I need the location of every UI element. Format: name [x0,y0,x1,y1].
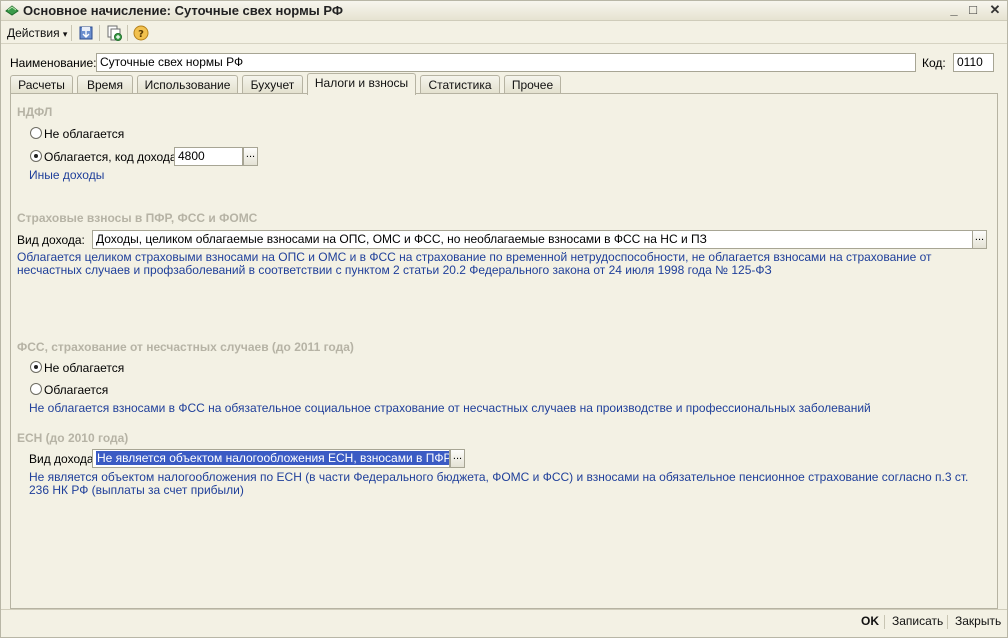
tab-time[interactable]: Время [77,75,133,94]
footer-separator [947,615,948,629]
fss-not-taxed-radio[interactable] [30,361,42,373]
close-button[interactable]: Закрыть [955,614,1001,628]
tab-statistics[interactable]: Статистика [420,75,500,94]
tab-usage[interactable]: Использование [137,75,238,94]
name-label: Наименование: [10,56,97,70]
fss-description: Не облагается взносами в ФСС на обязател… [29,401,871,415]
esn-income-type-input[interactable]: Не является объектом налогообложения ЕСН… [92,449,450,468]
esn-section-title: ЕСН (до 2010 года) [17,431,129,445]
ndfl-section-title: НДФЛ [17,105,53,119]
maximize-icon[interactable]: □ [964,2,982,19]
ndfl-not-taxed-radio[interactable] [30,127,42,139]
other-income-link[interactable]: Иные доходы [29,168,104,182]
footer-separator [884,615,885,629]
tab-other[interactable]: Прочее [504,75,561,94]
esn-type-picker-button[interactable]: ... [450,449,465,468]
income-code-input[interactable]: 4800 [174,147,243,166]
code-label: Код: [922,56,946,70]
insurance-description: Облагается целиком страховыми взносами н… [17,250,932,277]
tab-calculations[interactable]: Расчеты [10,75,73,94]
fss-not-taxed-label: Не облагается [44,361,125,375]
toolbar-divider [99,25,100,41]
insurance-type-label: Вид дохода: [17,233,85,247]
save-icon[interactable] [77,24,95,42]
svg-text:?: ? [138,29,144,40]
actions-label: Действия [7,26,60,40]
actions-menu-button[interactable]: Действия ▾ [4,24,70,42]
ndfl-taxed-radio[interactable] [30,150,42,162]
save-button[interactable]: Записать [892,614,943,628]
toolbar-divider [127,25,128,41]
esn-description: Не является объектом налогообложения по … [29,470,969,497]
chevron-down-icon: ▾ [62,29,68,39]
minimize-icon[interactable]: _ [945,2,963,19]
ok-button[interactable]: OK [861,614,879,628]
help-icon[interactable]: ? [132,24,150,42]
insurance-type-picker-button[interactable]: ... [972,230,987,249]
code-input[interactable]: 0110 [953,53,994,72]
insurance-section-title: Страховые взносы в ПФР, ФСС и ФОМС [17,211,258,225]
app-logo-icon [5,5,19,16]
tab-taxes[interactable]: Налоги и взносы [307,73,416,95]
footer-divider [1,609,1007,610]
window-title: Основное начисление: Суточные свех нормы… [23,3,343,18]
title-bar[interactable]: Основное начисление: Суточные свех нормы… [1,1,1007,21]
close-icon[interactable]: ✕ [986,2,1004,19]
income-code-picker-button[interactable]: ... [243,147,258,166]
copy-icon[interactable] [105,24,123,42]
ndfl-not-taxed-label: Не облагается [44,127,125,141]
toolbar: Действия ▾ ? [1,22,1007,44]
ndfl-taxed-label: Облагается, код дохода: [44,150,180,164]
toolbar-divider [71,25,72,41]
fss-section-title: ФСС, страхование от несчастных случаев (… [17,340,354,354]
name-input[interactable]: Суточные свех нормы РФ [96,53,916,72]
tab-accounting[interactable]: Бухучет [242,75,303,94]
esn-income-type-selection: Не является объектом налогообложения ЕСН… [96,451,449,465]
insurance-income-type-input[interactable]: Доходы, целиком облагаемые взносами на О… [92,230,973,249]
fss-taxed-radio[interactable] [30,383,42,395]
esn-type-label: Вид дохода: [29,452,97,466]
document-window: Основное начисление: Суточные свех нормы… [0,0,1008,638]
fss-taxed-label: Облагается [44,383,109,397]
